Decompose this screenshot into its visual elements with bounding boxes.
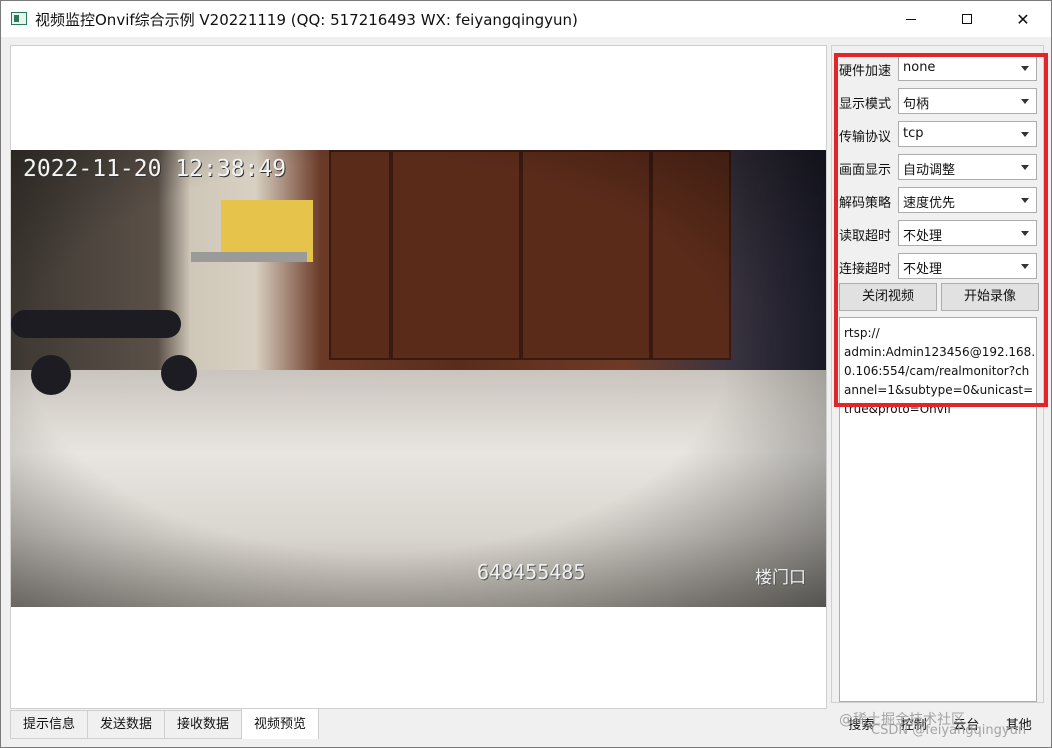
chevron-down-icon xyxy=(1021,231,1029,236)
setting-label: 读取超时 xyxy=(839,229,892,244)
setting-row-connect-timeout: 连接超时 不处理 xyxy=(839,253,1039,279)
picture-display-select[interactable]: 自动调整 xyxy=(898,154,1037,180)
setting-label: 传输协议 xyxy=(839,130,892,145)
setting-label: 解码策略 xyxy=(839,196,892,211)
close-button[interactable]: ✕ xyxy=(997,1,1049,37)
setting-label: 连接超时 xyxy=(839,262,892,277)
start-record-button[interactable]: 开始录像 xyxy=(941,283,1039,311)
osd-device-id: 648455485 xyxy=(477,560,586,584)
transport-protocol-select[interactable]: tcp xyxy=(898,121,1037,147)
minimize-button[interactable] xyxy=(885,1,937,37)
select-value: 速度优先 xyxy=(903,196,956,211)
tab-video-preview[interactable]: 视频预览 xyxy=(241,708,320,739)
osd-location: 楼门口 xyxy=(755,568,806,588)
window-title: 视频监控Onvif综合示例 V20221119 (QQ: 517216493 W… xyxy=(35,11,578,29)
setting-row-read-timeout: 读取超时 不处理 xyxy=(839,220,1039,246)
tab-receive-data[interactable]: 接收数据 xyxy=(164,710,242,739)
app-icon xyxy=(11,12,27,25)
setting-row-decode-strategy: 解码策略 速度优先 xyxy=(839,187,1039,213)
url-textarea[interactable]: rtsp:// admin:Admin123456@192.168.0.106:… xyxy=(839,317,1037,702)
close-icon: ✕ xyxy=(1016,9,1030,29)
setting-row-hardware-accel: 硬件加速 none xyxy=(839,55,1039,81)
display-mode-select[interactable]: 句柄 xyxy=(898,88,1037,114)
setting-row-display-mode: 显示模式 句柄 xyxy=(839,88,1039,114)
select-value: tcp xyxy=(903,126,924,141)
setting-row-picture-display: 画面显示 自动调整 xyxy=(839,154,1039,180)
select-value: 自动调整 xyxy=(903,163,956,178)
read-timeout-select[interactable]: 不处理 xyxy=(898,220,1037,246)
close-video-button[interactable]: 关闭视频 xyxy=(839,283,937,311)
chevron-down-icon xyxy=(1021,165,1029,170)
chevron-down-icon xyxy=(1021,66,1029,71)
bottom-tab-bar: 提示信息 发送数据 接收数据 视频预览 xyxy=(10,708,320,740)
select-value: 不处理 xyxy=(903,229,943,244)
tab-info[interactable]: 提示信息 xyxy=(10,710,88,739)
tab-send-data[interactable]: 发送数据 xyxy=(87,710,165,739)
select-value: 句柄 xyxy=(903,97,930,112)
connect-timeout-select[interactable]: 不处理 xyxy=(898,253,1037,279)
title-bar: 视频监控Onvif综合示例 V20221119 (QQ: 517216493 W… xyxy=(1,1,1051,37)
minimize-icon xyxy=(906,18,916,20)
url-text: rtsp:// admin:Admin123456@192.168.0.106:… xyxy=(844,326,1036,416)
watermark-csdn: CSDN @feiyangqingyun xyxy=(871,723,1027,738)
settings-panel: 硬件加速 none 显示模式 句柄 传输协议 tcp 画面显示 自动调整 解码策… xyxy=(831,45,1044,703)
setting-label: 显示模式 xyxy=(839,97,892,112)
chevron-down-icon xyxy=(1021,264,1029,269)
setting-row-transport: 传输协议 tcp xyxy=(839,121,1039,147)
chevron-down-icon xyxy=(1021,198,1029,203)
chevron-down-icon xyxy=(1021,99,1029,104)
setting-label: 硬件加速 xyxy=(839,64,892,79)
select-value: 不处理 xyxy=(903,262,943,277)
hardware-accel-select[interactable]: none xyxy=(898,55,1037,81)
osd-timestamp: 2022-11-20 12:38:49 xyxy=(23,156,287,182)
chevron-down-icon xyxy=(1021,132,1029,137)
maximize-button[interactable] xyxy=(941,1,993,37)
decode-strategy-select[interactable]: 速度优先 xyxy=(898,187,1037,213)
app-window: 视频监控Onvif综合示例 V20221119 (QQ: 517216493 W… xyxy=(0,0,1052,748)
video-preview-panel: 2022-11-20 12:38:49 648455485 楼门口 xyxy=(10,45,827,709)
video-frame[interactable]: 2022-11-20 12:38:49 648455485 楼门口 xyxy=(11,150,826,607)
scene-vignette xyxy=(11,150,826,607)
setting-label: 画面显示 xyxy=(839,163,892,178)
maximize-icon xyxy=(962,14,972,24)
select-value: none xyxy=(903,60,936,75)
